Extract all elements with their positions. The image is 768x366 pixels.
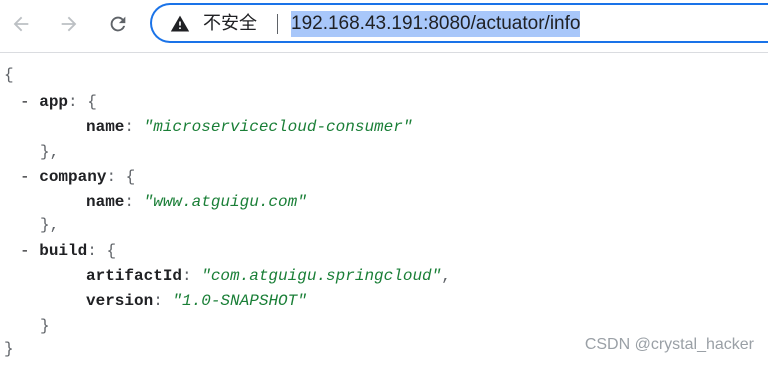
collapse-toggle-company[interactable]: - xyxy=(20,168,30,186)
root-close-brace: } xyxy=(4,340,14,358)
warning-triangle-icon[interactable] xyxy=(170,14,190,34)
app-key: app xyxy=(39,93,69,111)
reload-icon xyxy=(110,16,126,32)
build-version-row: version: "1.0-SNAPSHOT" xyxy=(86,292,307,310)
collapse-toggle-app[interactable]: - xyxy=(20,93,30,111)
company-name-row: name: "www.atguigu.com" xyxy=(86,193,307,211)
company-entry: - company: { xyxy=(20,168,136,186)
app-close: }, xyxy=(40,143,60,161)
security-status-label[interactable]: 不安全 xyxy=(203,14,257,34)
forward-button[interactable] xyxy=(54,9,84,39)
company-key: company xyxy=(39,168,107,186)
reload-button[interactable] xyxy=(103,9,133,39)
app-name-row: name: "microservicecloud-consumer" xyxy=(86,118,413,136)
build-version-value: "1.0-SNAPSHOT" xyxy=(172,292,307,310)
collapse-toggle-build[interactable]: - xyxy=(20,242,30,260)
build-key: build xyxy=(39,242,88,260)
build-artifact-value: "com.atguigu.springcloud" xyxy=(201,267,442,285)
json-viewer: { - app: { name: "microservicecloud-cons… xyxy=(0,52,768,366)
build-artifact-key: artifactId xyxy=(86,267,183,285)
app-entry: - app: { xyxy=(20,93,97,111)
address-bar[interactable]: 不安全 192.168.43.191:8080/actuator/info xyxy=(150,3,768,43)
build-close: } xyxy=(40,317,50,335)
company-name-value: "www.atguigu.com" xyxy=(143,193,307,211)
root-open-brace: { xyxy=(4,66,14,84)
build-version-key: version xyxy=(86,292,154,310)
company-name-key: name xyxy=(86,193,125,211)
back-arrow-icon xyxy=(13,16,29,32)
app-name-key: name xyxy=(86,118,125,136)
company-close: }, xyxy=(40,216,60,234)
build-entry: - build: { xyxy=(20,242,117,260)
forward-arrow-icon xyxy=(61,16,77,32)
back-button[interactable] xyxy=(6,9,36,39)
build-artifact-row: artifactId: "com.atguigu.springcloud", xyxy=(86,267,451,285)
url-text[interactable]: 192.168.43.191:8080/actuator/info xyxy=(291,11,581,37)
address-separator xyxy=(277,14,278,34)
csdn-watermark: CSDN @crystal_hacker xyxy=(584,336,754,353)
browser-toolbar: 不安全 192.168.43.191:8080/actuator/info xyxy=(0,0,768,53)
app-name-value: "microservicecloud-consumer" xyxy=(143,118,413,136)
